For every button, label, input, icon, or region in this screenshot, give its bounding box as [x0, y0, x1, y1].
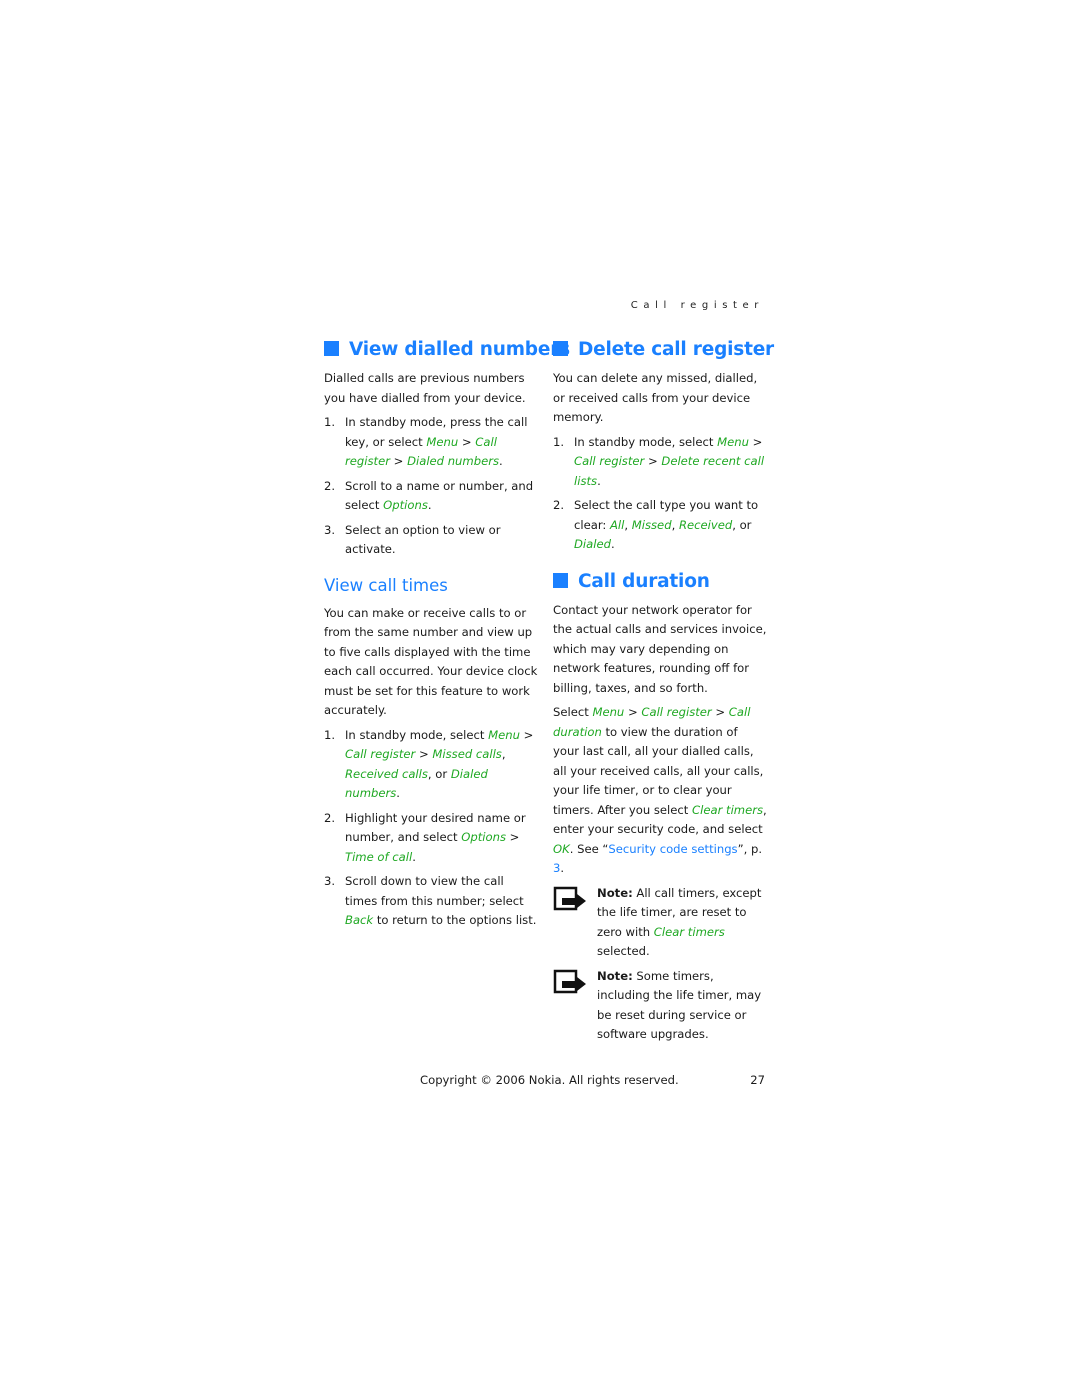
- section-view-call-times: View call times You can make or receive …: [324, 574, 538, 931]
- section-call-duration: Call duration Contact your network opera…: [553, 569, 767, 1045]
- menu-path: Menu: [488, 727, 520, 742]
- menu-path: Back: [345, 913, 374, 927]
- note-block: Note: All call timers, except the life t…: [553, 884, 767, 962]
- heading-view-dialled-numbers: View dialled numbers: [324, 337, 570, 363]
- menu-path: Menu: [426, 434, 459, 449]
- steps-list: 1. In standby mode, select Menu > Call re…: [324, 726, 538, 931]
- running-head: Call register: [630, 300, 764, 311]
- steps-list: 1. In standby mode, press the call key, o…: [324, 413, 538, 560]
- note-label: Note:: [597, 885, 633, 900]
- menu-path: Missed calls: [432, 747, 502, 761]
- menu-path: Menu: [592, 705, 625, 719]
- note-icon: [553, 886, 586, 910]
- note-label: Note:: [597, 968, 633, 983]
- menu-path: Received calls: [345, 766, 428, 781]
- note-block: Note: Some timers, including the life ti…: [553, 967, 767, 1045]
- left-column: View dialled numbers Dialled calls are p…: [324, 337, 570, 945]
- section-view-dialled-numbers: View dialled numbers Dialled calls are p…: [324, 337, 570, 560]
- intro-paragraph: You can delete any missed, dialled, or r…: [553, 371, 758, 424]
- menu-path: Dialed numbers: [407, 454, 500, 468]
- menu-path: OK: [553, 841, 570, 856]
- step-item: 2. Highlight your desired name or number,…: [324, 810, 526, 864]
- heading-view-call-times: View call times: [324, 575, 448, 595]
- step-item: 2. Select the call type you want to clear…: [553, 498, 759, 551]
- menu-path: Missed: [631, 517, 672, 532]
- intro-paragraph: Contact your network operator for the ac…: [553, 602, 767, 695]
- menu-path: Options: [461, 830, 506, 844]
- square-bullet-icon: [324, 341, 339, 356]
- menu-path: Call register: [574, 454, 645, 468]
- menu-path: All: [610, 517, 625, 532]
- menu-path: Call register: [345, 747, 416, 761]
- step-item: 1. In standby mode, press the call key, o…: [324, 415, 528, 468]
- menu-path: Received: [678, 517, 733, 532]
- step-item: 2. Scroll to a name or number, and select…: [324, 478, 534, 513]
- step-item: 3. Scroll down to view the call times fro…: [324, 874, 537, 927]
- step-item: 3. Select an option to view or activate.: [324, 522, 501, 557]
- security-code-settings-link[interactable]: Security code settings: [608, 842, 737, 856]
- heading-call-duration: Call duration: [553, 569, 767, 595]
- note-icon: [553, 969, 586, 993]
- step-item: 1. In standby mode, select Menu > Call re…: [324, 727, 534, 801]
- page-number: 27: [750, 1073, 765, 1087]
- right-column: Delete call register You can delete any …: [553, 337, 774, 1059]
- menu-path: Dialed: [574, 537, 611, 551]
- steps-list: 1. In standby mode, select Menu > Call re…: [553, 433, 767, 555]
- menu-path: Clear timers: [653, 924, 725, 939]
- menu-path: Clear timers: [692, 802, 764, 817]
- section-delete-call-register: Delete call register You can delete any …: [553, 337, 774, 555]
- instructions-paragraph: Select Menu > Call register > Call durat…: [553, 705, 767, 875]
- heading-delete-call-register: Delete call register: [553, 337, 774, 363]
- menu-path: Call register: [641, 705, 712, 719]
- copyright-footer: Copyright © 2006 Nokia. All rights reser…: [420, 1073, 679, 1087]
- step-item: 1. In standby mode, select Menu > Call re…: [553, 434, 765, 488]
- intro-paragraph: Dialled calls are previous numbers you h…: [324, 371, 526, 405]
- square-bullet-icon: [553, 572, 568, 588]
- square-bullet-icon: [553, 341, 568, 356]
- intro-paragraph: You can make or receive calls to or from…: [324, 605, 538, 718]
- menu-path: Options: [383, 498, 428, 512]
- menu-path: Menu: [717, 434, 749, 449]
- menu-path: Time of call: [345, 849, 413, 864]
